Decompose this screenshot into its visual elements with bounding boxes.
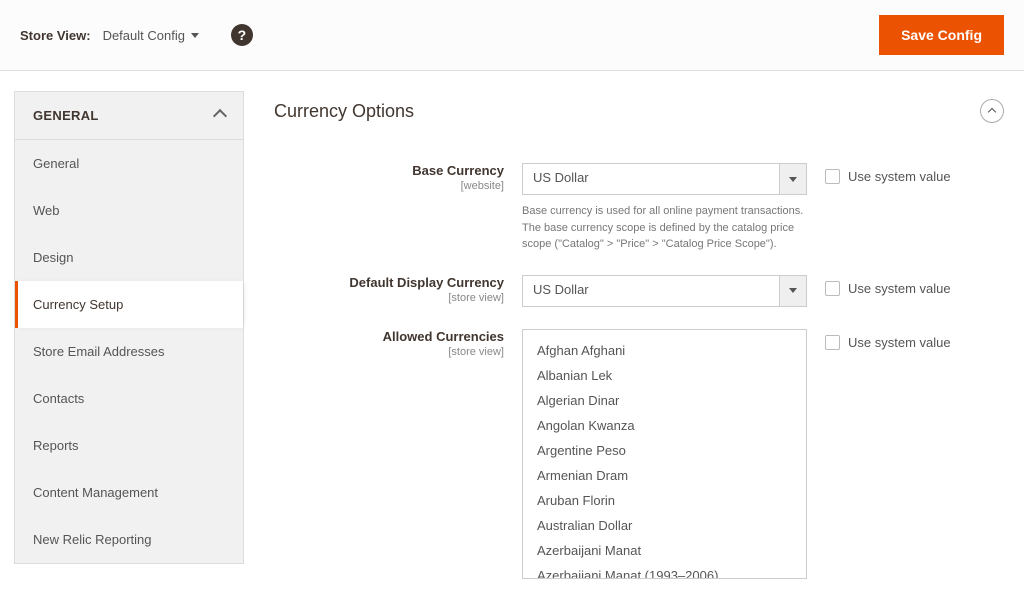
- field-default-display-currency: Default Display Currency [store view] US…: [274, 275, 1004, 307]
- field-label: Allowed Currencies: [383, 329, 504, 344]
- multiselect-option[interactable]: Australian Dollar: [523, 513, 806, 538]
- field-scope: [store view]: [274, 346, 504, 358]
- caret-down-icon: [779, 275, 807, 307]
- field-base-currency: Base Currency [website] US Dollar Base c…: [274, 163, 1004, 253]
- checkbox-label: Use system value: [848, 169, 951, 184]
- multiselect-option[interactable]: Argentine Peso: [523, 438, 806, 463]
- sidebar-item-web[interactable]: Web: [15, 187, 243, 234]
- field-label: Base Currency: [412, 163, 504, 178]
- sidebar-group-label: GENERAL: [33, 108, 99, 123]
- field-label: Default Display Currency: [349, 275, 504, 290]
- store-view-label: Store View:: [20, 28, 91, 43]
- content: Currency Options Base Currency [website]…: [274, 91, 1004, 601]
- multiselect-option[interactable]: Azerbaijani Manat (1993–2006): [523, 563, 806, 579]
- multiselect-option[interactable]: Angolan Kwanza: [523, 413, 806, 438]
- collapse-section-button[interactable]: [980, 99, 1004, 123]
- sidebar-item-design[interactable]: Design: [15, 234, 243, 281]
- base-currency-select[interactable]: US Dollar: [522, 163, 807, 195]
- checkbox-label: Use system value: [848, 335, 951, 350]
- topbar: Store View: Default Config ? Save Config: [0, 0, 1024, 71]
- sidebar-item-new-relic-reporting[interactable]: New Relic Reporting: [15, 516, 243, 563]
- store-view-select[interactable]: Default Config: [103, 28, 199, 43]
- sidebar-item-general[interactable]: General: [15, 140, 243, 187]
- field-scope: [store view]: [274, 292, 504, 304]
- sidebar-item-content-management[interactable]: Content Management: [15, 469, 243, 516]
- sidebar-item-reports[interactable]: Reports: [15, 422, 243, 469]
- save-config-button[interactable]: Save Config: [879, 15, 1004, 55]
- default-display-currency-select[interactable]: US Dollar: [522, 275, 807, 307]
- sidebar: GENERAL GeneralWebDesignCurrency SetupSt…: [14, 91, 244, 601]
- field-help-text: Base currency is used for all online pay…: [522, 203, 807, 253]
- sidebar-item-contacts[interactable]: Contacts: [15, 375, 243, 422]
- chevron-up-icon: [213, 108, 227, 122]
- allowed-currencies-multiselect[interactable]: Afghan AfghaniAlbanian LekAlgerian Dinar…: [522, 329, 807, 579]
- use-system-value-checkbox[interactable]: [825, 169, 840, 184]
- use-system-value-checkbox[interactable]: [825, 281, 840, 296]
- multiselect-option[interactable]: Azerbaijani Manat: [523, 538, 806, 563]
- field-scope: [website]: [274, 180, 504, 192]
- multiselect-option[interactable]: Albanian Lek: [523, 363, 806, 388]
- multiselect-option[interactable]: Algerian Dinar: [523, 388, 806, 413]
- multiselect-option[interactable]: Aruban Florin: [523, 488, 806, 513]
- multiselect-option[interactable]: Afghan Afghani: [523, 338, 806, 363]
- sidebar-item-currency-setup[interactable]: Currency Setup: [15, 281, 243, 328]
- use-system-value-checkbox[interactable]: [825, 335, 840, 350]
- multiselect-option[interactable]: Armenian Dram: [523, 463, 806, 488]
- sidebar-group-general[interactable]: GENERAL: [15, 92, 243, 140]
- store-view-value: Default Config: [103, 28, 185, 43]
- help-icon[interactable]: ?: [231, 24, 253, 46]
- select-value: US Dollar: [522, 275, 779, 307]
- chevron-up-icon: [988, 108, 996, 116]
- field-allowed-currencies: Allowed Currencies [store view] Afghan A…: [274, 329, 1004, 579]
- caret-down-icon: [779, 163, 807, 195]
- select-value: US Dollar: [522, 163, 779, 195]
- sidebar-item-store-email-addresses[interactable]: Store Email Addresses: [15, 328, 243, 375]
- caret-down-icon: [191, 33, 199, 38]
- checkbox-label: Use system value: [848, 281, 951, 296]
- section-title: Currency Options: [274, 101, 414, 122]
